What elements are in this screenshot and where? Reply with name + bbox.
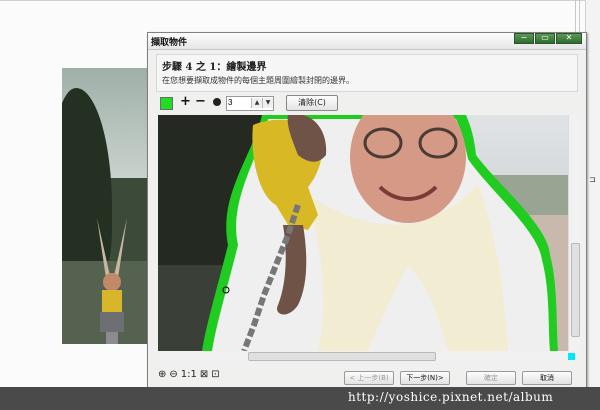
- step-title: 步驟 4 之 1：繪製邊界: [162, 62, 267, 73]
- next-button[interactable]: 下一步(N)>: [400, 371, 450, 385]
- brush-size-icon: [213, 98, 221, 106]
- horizontal-scroll-thumb[interactable]: [248, 352, 436, 361]
- minimize-button[interactable]: −: [514, 33, 534, 44]
- fit-window-icon[interactable]: ⊠: [200, 369, 208, 380]
- drawing-toolbar: + − ▲ ▼ 清除(C): [148, 93, 586, 113]
- watermark-text: http://yoshice.pixnet.net/album: [348, 390, 554, 404]
- step-description: 在您想要擷取成物件的每個主題周圍繪製封閉的邊界。: [162, 76, 354, 85]
- background-photo: [62, 68, 150, 344]
- brush-size-stepper[interactable]: ▲ ▼: [226, 96, 274, 111]
- zoom-out-icon[interactable]: −: [195, 94, 206, 109]
- cancel-button[interactable]: 取消: [522, 371, 572, 385]
- clear-button[interactable]: 清除(C): [286, 95, 338, 111]
- vertical-scrollbar[interactable]: [568, 115, 580, 351]
- zoom-in-icon[interactable]: +: [180, 94, 191, 109]
- brush-size-input[interactable]: [228, 97, 250, 108]
- brush-color-swatch[interactable]: [160, 97, 173, 110]
- restore-button[interactable]: ▭: [535, 33, 555, 44]
- extract-object-dialog: 擷取物件 − ▭ ✕ 步驟 4 之 1：繪製邊界 在您想要擷取成物件的每個主題周…: [147, 32, 587, 394]
- photo-with-boundary: [158, 115, 568, 351]
- step-header: 步驟 4 之 1：繪製邊界 在您想要擷取成物件的每個主題周圍繪製封閉的邊界。: [156, 54, 578, 92]
- vertical-scroll-thumb[interactable]: [571, 243, 580, 337]
- zoom-in-magnifier-icon[interactable]: ⊕: [158, 369, 166, 380]
- background-top-line: [0, 0, 600, 1]
- stepper-down-icon[interactable]: ▼: [262, 98, 273, 108]
- stepper-up-icon[interactable]: ▲: [251, 98, 262, 108]
- title-bar: 擷取物件 − ▭ ✕: [148, 33, 586, 50]
- chevron-right-icon[interactable]: ⊐: [589, 175, 596, 184]
- fit-image-icon[interactable]: ⊡: [211, 369, 219, 380]
- close-button[interactable]: ✕: [556, 33, 582, 44]
- actual-size-button[interactable]: 1:1: [181, 369, 197, 380]
- background-right-panel: [586, 0, 600, 390]
- dialog-title: 擷取物件: [151, 38, 188, 48]
- image-canvas[interactable]: [158, 115, 568, 351]
- zoom-out-magnifier-icon[interactable]: ⊖: [169, 369, 177, 380]
- back-button[interactable]: < 上一步(B): [344, 371, 394, 385]
- navigator-icon[interactable]: [568, 353, 575, 360]
- zoom-controls: ⊕ ⊖ 1:1 ⊠ ⊡: [158, 369, 220, 380]
- ok-button[interactable]: 確定: [466, 371, 516, 385]
- horizontal-scrollbar[interactable]: [158, 351, 568, 361]
